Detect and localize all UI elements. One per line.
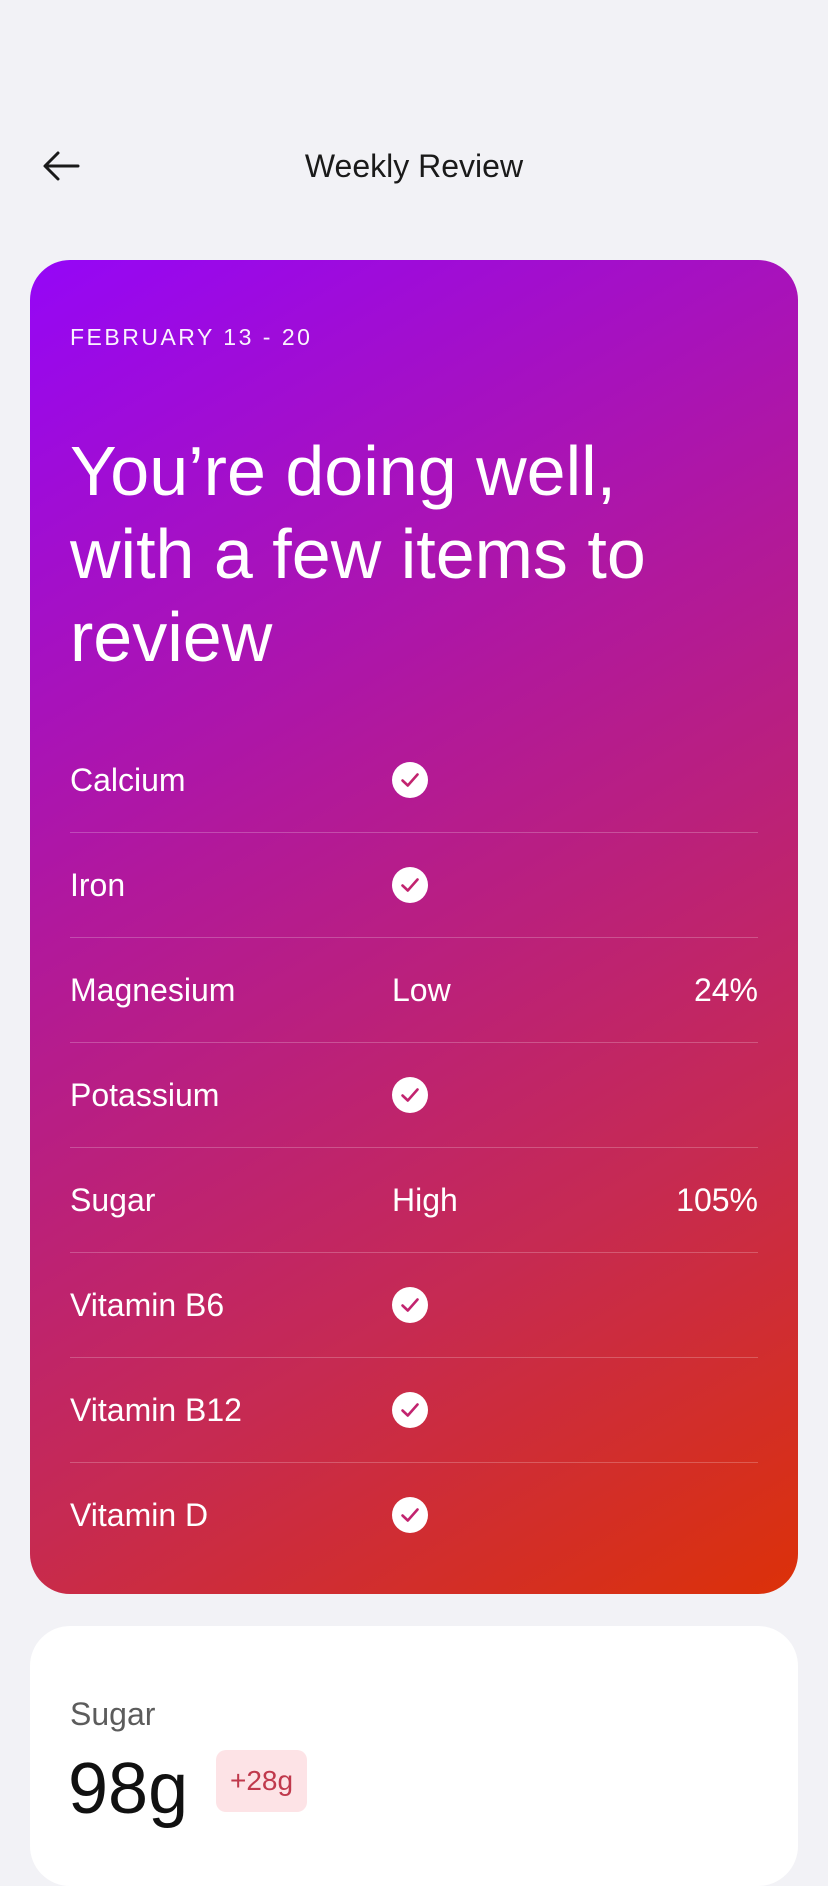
nutrient-name: Potassium	[70, 1077, 220, 1113]
nutrient-name: Vitamin B6	[70, 1287, 225, 1323]
nutrient-row[interactable]: Vitamin B12	[70, 1358, 758, 1463]
nutrient-status: Low	[392, 972, 451, 1008]
page-title: Weekly Review	[304, 148, 524, 184]
nutrient-name: Iron	[70, 867, 126, 903]
nutrient-list: Calcium Iron Magnesium Low 24% Potassium…	[70, 728, 758, 1567]
sugar-delta-badge: +28g	[216, 1750, 308, 1812]
nutrient-status: High	[392, 1182, 458, 1218]
nutrient-name: Vitamin D	[70, 1497, 209, 1533]
check-circle-icon	[392, 1497, 428, 1533]
sugar-card-label: Sugar	[70, 1696, 156, 1732]
nutrient-row[interactable]: Sugar High 105%	[70, 1148, 758, 1253]
check-circle-icon	[392, 1287, 428, 1323]
nutrient-name: Calcium	[70, 762, 186, 798]
header: Weekly Review	[0, 128, 828, 204]
nutrient-name: Magnesium	[70, 972, 236, 1008]
nutrient-row[interactable]: Magnesium Low 24%	[70, 938, 758, 1043]
check-circle-icon	[392, 762, 428, 798]
nutrient-percent: 105%	[676, 1182, 758, 1218]
weekly-summary-card: FEBRUARY 13 - 20 You’re doing well, with…	[30, 260, 798, 1594]
sugar-detail-card[interactable]: Sugar 98g +28g	[30, 1626, 798, 1886]
nutrient-name: Vitamin B12	[70, 1392, 242, 1428]
nutrient-name: Sugar	[70, 1182, 156, 1218]
check-circle-icon	[392, 867, 428, 903]
nutrient-percent: 24%	[693, 972, 758, 1008]
nutrient-row[interactable]: Potassium	[70, 1043, 758, 1148]
nutrient-row[interactable]: Vitamin B6	[70, 1253, 758, 1358]
nutrient-row[interactable]: Vitamin D	[70, 1463, 758, 1567]
nutrient-row[interactable]: Calcium	[70, 728, 758, 833]
check-circle-icon	[392, 1077, 428, 1113]
check-circle-icon	[392, 1392, 428, 1428]
summary-headline: You’re doing well, with a few items to r…	[70, 432, 646, 676]
date-range: FEBRUARY 13 - 20	[70, 324, 313, 350]
sugar-card-value: 98g	[68, 1749, 189, 1829]
nutrient-row[interactable]: Iron	[70, 833, 758, 938]
